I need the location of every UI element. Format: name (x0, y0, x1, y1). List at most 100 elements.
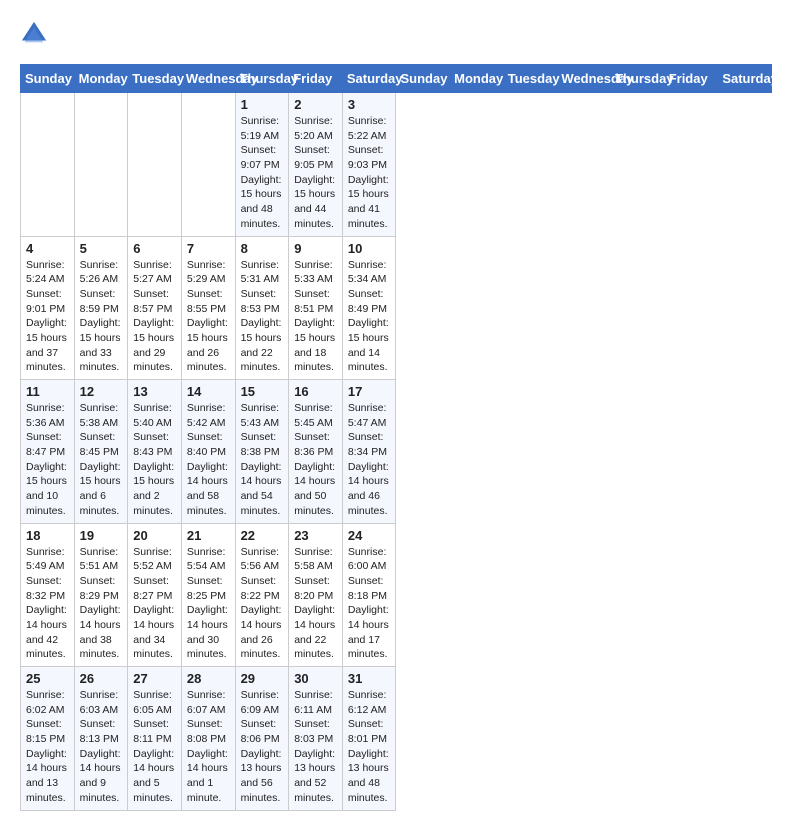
calendar-week-row: 4Sunrise: 5:24 AM Sunset: 9:01 PM Daylig… (21, 236, 772, 380)
calendar-day-cell: 29 Sunrise: 6:09 AM Sunset: 8:06 PM Dayli… (235, 667, 289, 811)
calendar-day-cell: 22 Sunrise: 5:56 AM Sunset: 8:22 PM Dayli… (235, 523, 289, 667)
day-of-week-header: Saturday (342, 65, 396, 93)
day-info: Sunrise: 5:26 AM Sunset: 8:59 PM Dayligh… (80, 258, 123, 376)
day-info: Sunrise: 5:34 AM Sunset: 8:49 PM Dayligh… (348, 258, 391, 376)
day-number: 1 (241, 97, 284, 112)
calendar-week-row: 18Sunrise: 5:49 AM Sunset: 8:32 PM Dayli… (21, 523, 772, 667)
calendar-day-cell: 30 Sunrise: 6:11 AM Sunset: 8:03 PM Dayli… (289, 667, 343, 811)
day-of-week-header: Wednesday (181, 65, 235, 93)
day-info: Sunrise: 5:56 AM Sunset: 8:22 PM Dayligh… (241, 545, 284, 663)
day-info: Sunrise: 5:47 AM Sunset: 8:34 PM Dayligh… (348, 401, 391, 519)
day-info: Sunrise: 6:11 AM Sunset: 8:03 PM Dayligh… (294, 688, 337, 806)
calendar-week-row: 1 Sunrise: 5:19 AM Sunset: 9:07 PM Daylig… (21, 93, 772, 237)
calendar-day-cell: 26 Sunrise: 6:03 AM Sunset: 8:13 PM Dayli… (74, 667, 128, 811)
day-info: Sunrise: 5:31 AM Sunset: 8:53 PM Dayligh… (241, 258, 284, 376)
day-of-week-header: Tuesday (128, 65, 182, 93)
day-info: Sunrise: 5:42 AM Sunset: 8:40 PM Dayligh… (187, 401, 230, 519)
day-info: Sunrise: 5:40 AM Sunset: 8:43 PM Dayligh… (133, 401, 176, 519)
calendar-day-cell: 6 Sunrise: 5:27 AM Sunset: 8:57 PM Daylig… (128, 236, 182, 380)
day-info: Sunrise: 5:54 AM Sunset: 8:25 PM Dayligh… (187, 545, 230, 663)
day-number: 15 (241, 384, 284, 399)
page-header (20, 20, 772, 48)
day-number: 28 (187, 671, 230, 686)
calendar-day-cell: 9Sunrise: 5:33 AM Sunset: 8:51 PM Daylig… (289, 236, 343, 380)
day-info: Sunrise: 5:38 AM Sunset: 8:45 PM Dayligh… (80, 401, 123, 519)
day-number: 26 (80, 671, 123, 686)
day-number: 20 (133, 528, 176, 543)
calendar-day-cell: 7Sunrise: 5:29 AM Sunset: 8:55 PM Daylig… (181, 236, 235, 380)
calendar-day-cell: 1 Sunrise: 5:19 AM Sunset: 9:07 PM Daylig… (235, 93, 289, 237)
day-number: 16 (294, 384, 337, 399)
calendar-day-cell: 2 Sunrise: 5:20 AM Sunset: 9:05 PM Daylig… (289, 93, 343, 237)
calendar-day-cell: 24 Sunrise: 6:00 AM Sunset: 8:18 PM Dayli… (342, 523, 396, 667)
calendar-day-cell: 10 Sunrise: 5:34 AM Sunset: 8:49 PM Dayli… (342, 236, 396, 380)
day-info: Sunrise: 5:20 AM Sunset: 9:05 PM Dayligh… (294, 114, 337, 232)
calendar-day-cell: 14 Sunrise: 5:42 AM Sunset: 8:40 PM Dayli… (181, 380, 235, 524)
day-number: 10 (348, 241, 391, 256)
calendar-day-cell: 11Sunrise: 5:36 AM Sunset: 8:47 PM Dayli… (21, 380, 75, 524)
day-info: Sunrise: 5:24 AM Sunset: 9:01 PM Dayligh… (26, 258, 69, 376)
calendar-day-cell: 4Sunrise: 5:24 AM Sunset: 9:01 PM Daylig… (21, 236, 75, 380)
day-info: Sunrise: 6:03 AM Sunset: 8:13 PM Dayligh… (80, 688, 123, 806)
day-info: Sunrise: 5:27 AM Sunset: 8:57 PM Dayligh… (133, 258, 176, 376)
day-of-week-header: Tuesday (503, 65, 557, 93)
calendar-week-row: 25 Sunrise: 6:02 AM Sunset: 8:15 PM Dayli… (21, 667, 772, 811)
calendar-day-cell (74, 93, 128, 237)
day-info: Sunrise: 5:19 AM Sunset: 9:07 PM Dayligh… (241, 114, 284, 232)
calendar-day-cell: 31 Sunrise: 6:12 AM Sunset: 8:01 PM Dayli… (342, 667, 396, 811)
day-number: 14 (187, 384, 230, 399)
day-info: Sunrise: 6:00 AM Sunset: 8:18 PM Dayligh… (348, 545, 391, 663)
calendar-day-cell: 5 Sunrise: 5:26 AM Sunset: 8:59 PM Daylig… (74, 236, 128, 380)
calendar-day-cell: 25 Sunrise: 6:02 AM Sunset: 8:15 PM Dayli… (21, 667, 75, 811)
calendar-day-cell: 15Sunrise: 5:43 AM Sunset: 8:38 PM Dayli… (235, 380, 289, 524)
calendar-day-cell: 8Sunrise: 5:31 AM Sunset: 8:53 PM Daylig… (235, 236, 289, 380)
day-number: 6 (133, 241, 176, 256)
day-number: 13 (133, 384, 176, 399)
day-info: Sunrise: 5:51 AM Sunset: 8:29 PM Dayligh… (80, 545, 123, 663)
day-of-week-header: Wednesday (557, 65, 611, 93)
day-of-week-header: Monday (74, 65, 128, 93)
calendar-day-cell: 27Sunrise: 6:05 AM Sunset: 8:11 PM Dayli… (128, 667, 182, 811)
calendar-day-cell: 12 Sunrise: 5:38 AM Sunset: 8:45 PM Dayli… (74, 380, 128, 524)
calendar-day-cell: 16 Sunrise: 5:45 AM Sunset: 8:36 PM Dayli… (289, 380, 343, 524)
day-info: Sunrise: 5:45 AM Sunset: 8:36 PM Dayligh… (294, 401, 337, 519)
day-info: Sunrise: 6:09 AM Sunset: 8:06 PM Dayligh… (241, 688, 284, 806)
day-info: Sunrise: 5:36 AM Sunset: 8:47 PM Dayligh… (26, 401, 69, 519)
day-of-week-header: Thursday (235, 65, 289, 93)
calendar-day-cell: 18Sunrise: 5:49 AM Sunset: 8:32 PM Dayli… (21, 523, 75, 667)
day-info: Sunrise: 5:58 AM Sunset: 8:20 PM Dayligh… (294, 545, 337, 663)
day-info: Sunrise: 5:52 AM Sunset: 8:27 PM Dayligh… (133, 545, 176, 663)
day-info: Sunrise: 6:02 AM Sunset: 8:15 PM Dayligh… (26, 688, 69, 806)
calendar-day-cell: 17Sunrise: 5:47 AM Sunset: 8:34 PM Dayli… (342, 380, 396, 524)
day-of-week-header: Sunday (396, 65, 450, 93)
day-number: 31 (348, 671, 391, 686)
day-of-week-header: Thursday (611, 65, 665, 93)
day-number: 12 (80, 384, 123, 399)
day-number: 19 (80, 528, 123, 543)
day-number: 23 (294, 528, 337, 543)
calendar-day-cell (181, 93, 235, 237)
day-info: Sunrise: 5:29 AM Sunset: 8:55 PM Dayligh… (187, 258, 230, 376)
day-number: 9 (294, 241, 337, 256)
logo-icon (20, 20, 48, 48)
day-of-week-header: Monday (450, 65, 504, 93)
logo (20, 20, 52, 48)
day-of-week-header: Sunday (21, 65, 75, 93)
day-info: Sunrise: 6:12 AM Sunset: 8:01 PM Dayligh… (348, 688, 391, 806)
day-number: 24 (348, 528, 391, 543)
day-number: 25 (26, 671, 69, 686)
day-number: 22 (241, 528, 284, 543)
day-of-week-header: Saturday (718, 65, 772, 93)
day-number: 2 (294, 97, 337, 112)
calendar-day-cell (21, 93, 75, 237)
day-number: 30 (294, 671, 337, 686)
calendar-day-cell: 23 Sunrise: 5:58 AM Sunset: 8:20 PM Dayli… (289, 523, 343, 667)
calendar-day-cell: 13 Sunrise: 5:40 AM Sunset: 8:43 PM Dayli… (128, 380, 182, 524)
day-number: 5 (80, 241, 123, 256)
calendar-week-row: 11Sunrise: 5:36 AM Sunset: 8:47 PM Dayli… (21, 380, 772, 524)
day-number: 29 (241, 671, 284, 686)
day-info: Sunrise: 6:05 AM Sunset: 8:11 PM Dayligh… (133, 688, 176, 806)
calendar-day-cell (128, 93, 182, 237)
calendar-day-cell: 19 Sunrise: 5:51 AM Sunset: 8:29 PM Dayli… (74, 523, 128, 667)
calendar-table: SundayMondayTuesdayWednesdayThursdayFrid… (20, 64, 772, 811)
